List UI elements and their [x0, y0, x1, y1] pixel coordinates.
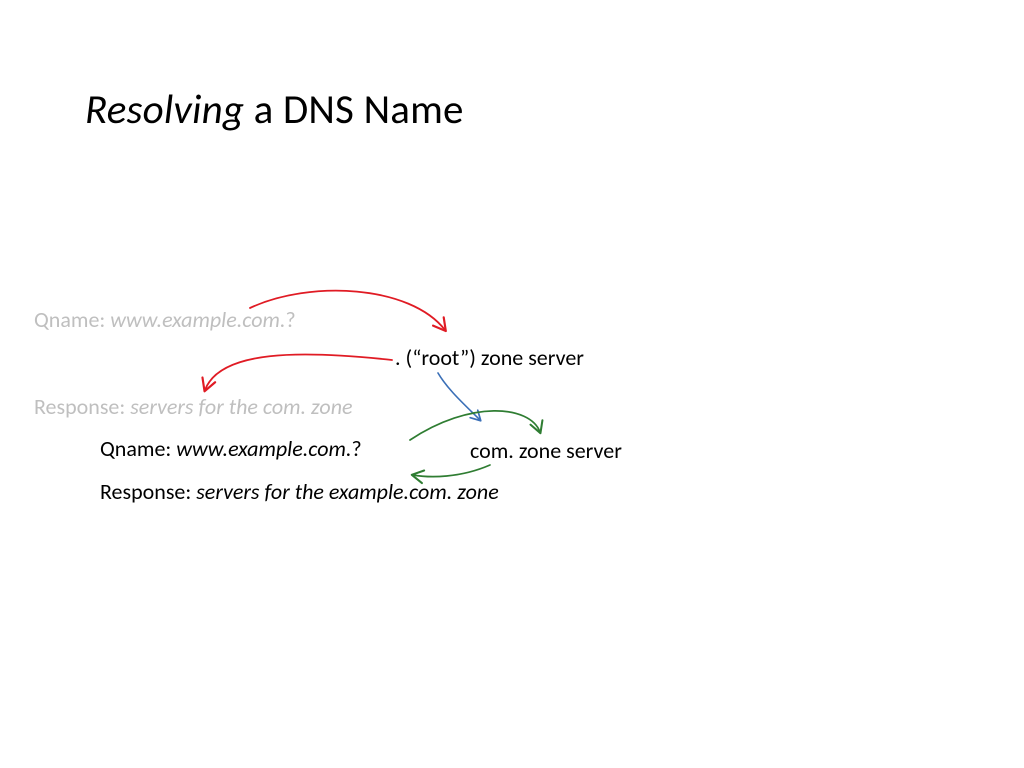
- slide: Resolving a DNS Name Qname: www.example.…: [0, 0, 1024, 768]
- response-2: Response: servers for the example.com. z…: [100, 478, 499, 505]
- qname-2: Qname: www.example.com.?: [100, 435, 362, 462]
- com-zone-server-label: com. zone server: [470, 437, 622, 464]
- arrow-qname2-to-com: [410, 411, 540, 440]
- title-emph: Resolving: [85, 85, 244, 135]
- response-1-prefix: Response:: [34, 393, 130, 420]
- title-rest: a DNS Name: [244, 85, 463, 135]
- response-1-value: servers for the com. zone: [130, 393, 352, 420]
- response-1: Response: servers for the com. zone: [34, 393, 353, 420]
- slide-title: Resolving a DNS Name: [85, 85, 464, 135]
- qname-2-prefix: Qname:: [100, 435, 176, 462]
- root-zone-server-label: . (“root”) zone server: [395, 344, 584, 371]
- qname-1-prefix: Qname:: [34, 306, 110, 333]
- response-2-prefix: Response:: [100, 478, 196, 505]
- qname-1: Qname: www.example.com.?: [34, 306, 296, 333]
- qname-2-value: www.example.com.: [176, 435, 351, 462]
- arrow-root-to-com: [438, 373, 480, 420]
- qname-2-suffix: ?: [352, 435, 362, 462]
- qname-1-value: www.example.com.: [110, 306, 285, 333]
- arrow-com-to-response2: [413, 465, 490, 477]
- qname-1-suffix: ?: [286, 306, 296, 333]
- arrow-root-to-response1: [205, 354, 392, 390]
- response-2-value: servers for the example.com. zone: [196, 478, 498, 505]
